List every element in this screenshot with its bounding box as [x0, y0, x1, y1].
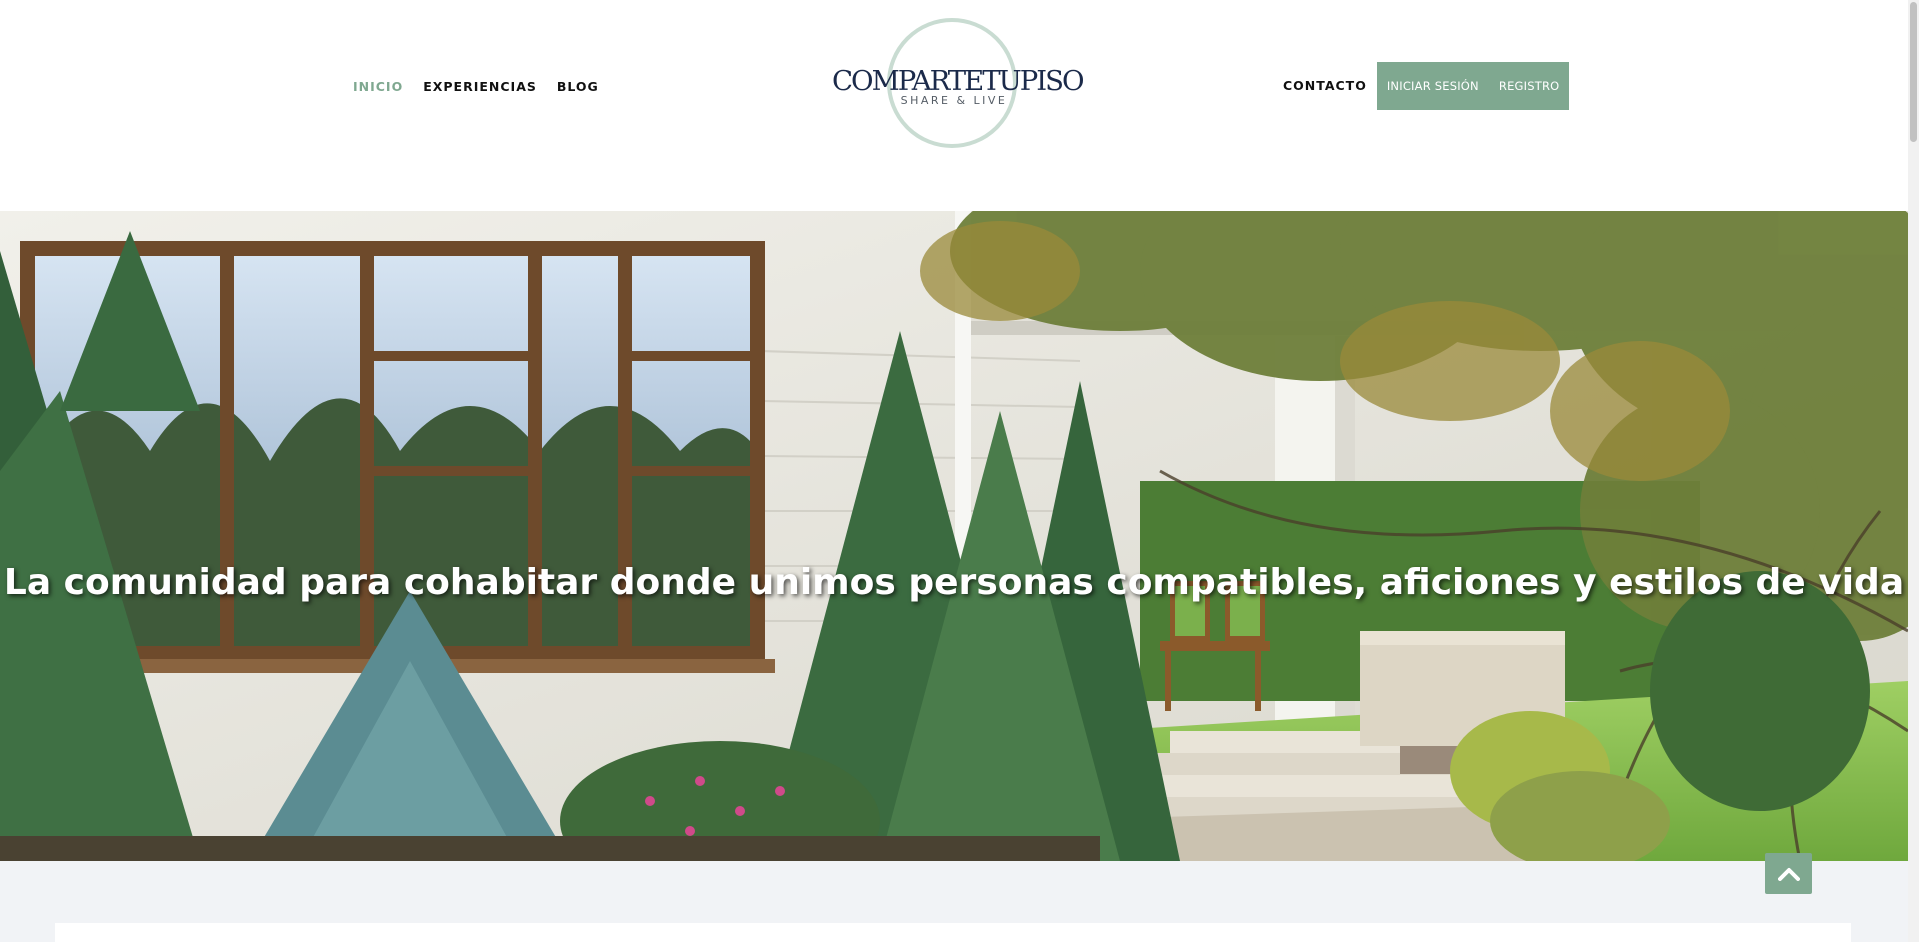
house-garden-photo	[0, 211, 1908, 861]
hero-banner: La comunidad para cohabitar donde unimos…	[0, 211, 1908, 861]
register-button[interactable]: REGISTRO	[1499, 62, 1560, 110]
page-scrollbar[interactable]	[1908, 0, 1919, 942]
logo-tagline: SHARE & LIVE	[900, 94, 1008, 107]
logo-name: COMPARTETUPISO	[832, 65, 1085, 97]
nav-inicio[interactable]: INICIO	[353, 78, 403, 96]
login-button[interactable]: INICIAR SESIÓN	[1387, 62, 1479, 110]
main-nav-right: CONTACTO INICIAR SESIÓN REGISTRO	[1283, 62, 1570, 110]
hero-title: La comunidad para cohabitar donde unimos…	[3, 562, 1905, 604]
chevron-up-icon	[1777, 867, 1800, 881]
nav-blog[interactable]: BLOG	[557, 78, 599, 96]
site-header: INICIO EXPERIENCIAS BLOG COMPARTETUPISO …	[0, 0, 1908, 211]
main-nav-left: INICIO EXPERIENCIAS BLOG	[353, 78, 599, 96]
nav-contacto[interactable]: CONTACTO	[1283, 77, 1367, 95]
scroll-to-top-button[interactable]	[1765, 853, 1812, 894]
site-logo[interactable]: COMPARTETUPISO SHARE & LIVE	[832, 18, 1085, 154]
nav-experiencias[interactable]: EXPERIENCIAS	[423, 78, 537, 96]
scrollbar-thumb[interactable]	[1910, 2, 1917, 142]
auth-box: INICIAR SESIÓN REGISTRO	[1376, 62, 1570, 110]
content-card	[55, 923, 1851, 942]
page: INICIO EXPERIENCIAS BLOG COMPARTETUPISO …	[0, 0, 1919, 942]
